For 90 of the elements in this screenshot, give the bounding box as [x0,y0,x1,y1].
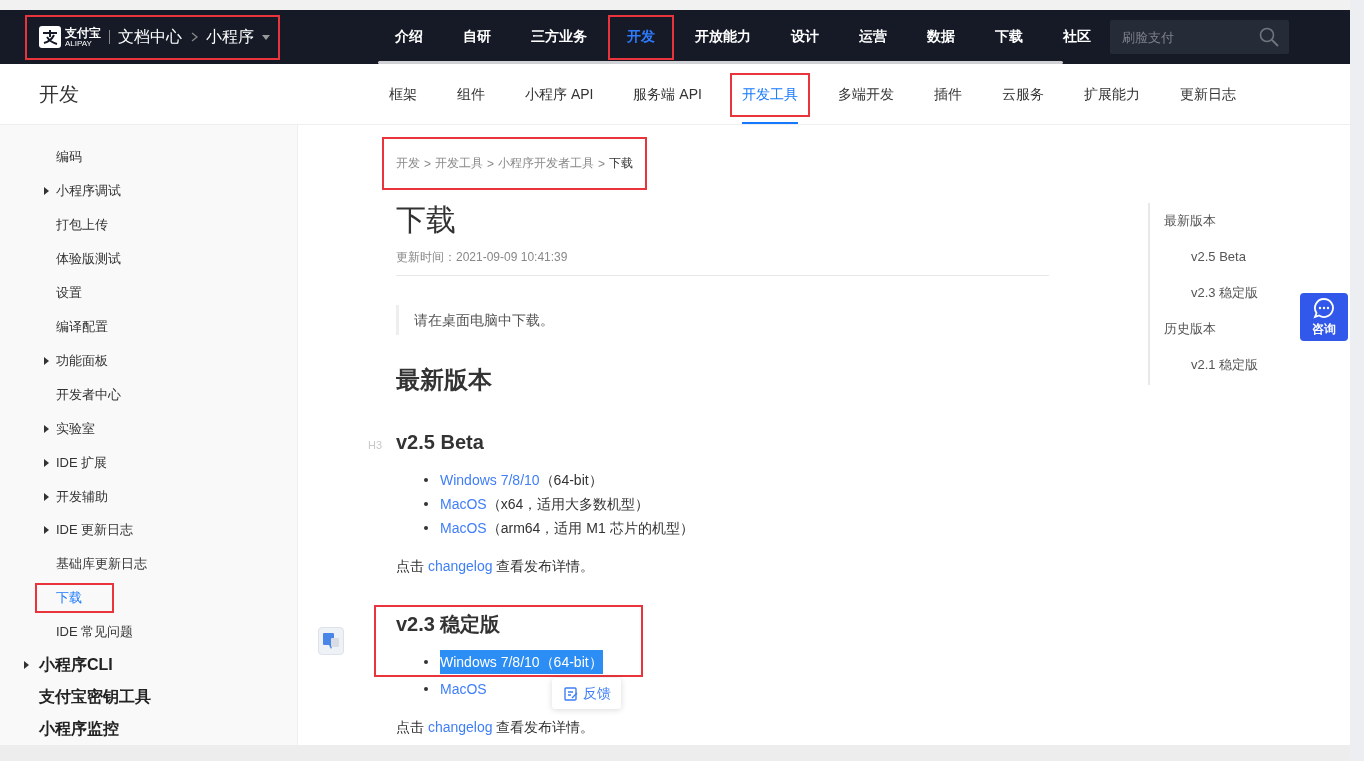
sub-tab[interactable]: 组件 [445,73,497,117]
changelog-link[interactable]: changelog [427,558,493,574]
breadcrumb-separator: > [487,156,495,171]
changelog-note: 点击 changelog 查看发布详情。 [396,718,596,737]
nav-tab[interactable]: 自研 [444,14,510,60]
breadcrumb-separator: > [598,156,606,171]
sidebar-item[interactable]: 小程序调试 [35,175,153,206]
toc-link[interactable]: v2.1 稳定版 [1164,347,1259,383]
changelog-note: 点击 changelog 查看发布详情。 [396,557,596,576]
bullet-icon [424,660,428,664]
sidebar-item[interactable]: 体验版测试 [35,243,153,274]
version-heading: v2.3 稳定版 [396,613,501,635]
sidebar-item[interactable]: 编码 [35,142,114,172]
download-link[interactable]: Windows 7/8/10 [440,468,540,492]
breadcrumb-link[interactable]: 下载 [609,155,634,172]
sidebar-section[interactable]: 支付宝密钥工具 [0,681,297,714]
sidebar-item[interactable]: 打包上传 [35,209,140,240]
divider [109,30,110,44]
logo-breadcrumb[interactable]: 支付宝 ALIPAY 文档中心 小程序 [25,14,280,60]
sidebar-item[interactable]: 下载 [35,583,114,614]
sub-tab[interactable]: 插件 [921,73,974,117]
download-link[interactable]: MacOS [440,516,487,540]
breadcrumb-link[interactable]: 小程序开发者工具 [498,155,595,172]
sidebar-item[interactable]: IDE 更新日志 [35,515,166,546]
sub-tab[interactable]: 扩展能力 [1071,73,1152,117]
nav-tab[interactable]: 数据 [908,14,974,60]
breadcrumb-link[interactable]: 开发工具 [435,155,483,172]
note-quote: 请在桌面电脑中下载。 [396,305,1049,335]
sub-tab[interactable]: 云服务 [989,73,1056,117]
edit-note-icon [562,685,579,702]
translate-button[interactable] [318,627,344,655]
link-detail: （arm64，适用 M1 芯片的机型） [486,519,694,538]
sidebar-item[interactable]: 功能面板 [35,345,140,376]
bullet-icon [424,478,428,482]
update-time: 更新时间：2021-09-09 10:41:39 [396,249,569,266]
nav-tab[interactable]: 三方业务 [512,14,606,60]
toc-link[interactable]: v2.5 Beta [1164,239,1246,275]
nav-tab[interactable]: 设计 [772,14,838,60]
nav-tab[interactable]: 下载 [976,14,1042,60]
version-heading: v2.5 Beta [396,431,484,453]
sidebar-item[interactable]: 设置 [35,277,114,308]
toc-link[interactable]: 历史版本 [1164,311,1216,347]
chat-icon [1313,296,1335,319]
feedback-button[interactable]: 反馈 [552,678,621,709]
scroll-bar[interactable] [378,61,1063,64]
sub-tab[interactable]: 多端开发 [825,73,906,117]
section-title: 开发 [39,81,80,107]
search-icon [1259,27,1279,47]
sidebar-item[interactable]: IDE 扩展 [35,447,140,478]
sidebar-item[interactable]: 编译配置 [35,311,140,342]
sub-tab[interactable]: 开发工具 [729,73,810,117]
brand-name: 支付宝 [65,26,101,39]
site-name: 文档中心 [118,26,182,47]
link-detail: （x64，适用大多数机型） [486,495,650,514]
nav-tab[interactable]: 开放能力 [676,14,770,60]
changelog-link[interactable]: changelog [427,719,493,735]
nav-tab[interactable]: 介绍 [376,14,442,60]
nav-tab[interactable]: 运营 [840,14,906,60]
sidebar-item[interactable]: 实验室 [35,413,127,444]
search-field[interactable]: 刷脸支付 [1110,20,1289,54]
sub-tab[interactable]: 更新日志 [1167,73,1248,117]
sub-tab[interactable]: 小程序 API [513,73,606,117]
breadcrumb-link[interactable]: 开发 [396,155,420,172]
brand-subtitle: ALIPAY [65,39,93,48]
sidebar-item[interactable]: 基础库更新日志 [35,549,179,580]
bullet-icon [424,502,428,506]
bullet-icon [424,687,428,691]
translate-icon [322,632,340,650]
sub-tab[interactable]: 服务端 API [621,73,714,117]
download-link[interactable]: MacOS [440,677,487,701]
page-title: 下载 [396,202,457,238]
product-name: 小程序 [206,26,254,47]
nav-tab[interactable]: 社区 [1044,14,1110,60]
section-heading: 最新版本 [396,365,493,395]
sub-tab[interactable]: 框架 [377,73,429,117]
link-detail: （64-bit） [539,650,603,674]
breadcrumb-separator: > [424,156,431,171]
sidebar-item[interactable]: IDE 常见问题 [35,617,166,648]
toc-link[interactable]: v2.3 稳定版 [1164,275,1259,311]
toc-link[interactable]: 最新版本 [1164,203,1216,239]
nav-tab[interactable]: 开发 [608,14,674,60]
bullet-icon [424,526,428,530]
link-detail: （64-bit） [539,471,603,490]
sidebar-item[interactable]: 开发辅助 [35,481,140,512]
logo-icon [39,26,61,48]
download-link[interactable]: MacOS [440,492,487,516]
sidebar-item[interactable]: 开发者中心 [35,379,153,410]
sidebar-section[interactable]: 小程序CLI [0,649,297,682]
consult-button[interactable]: 咨询 [1300,293,1348,341]
sidebar-section[interactable]: 小程序监控 [0,713,297,745]
